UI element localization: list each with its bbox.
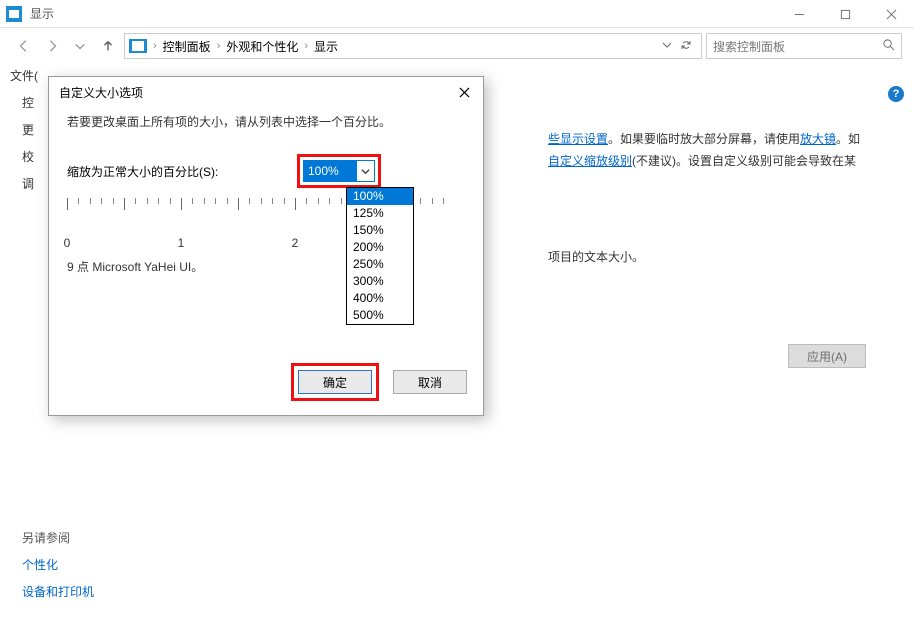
devices-printers-link[interactable]: 设备和打印机	[22, 583, 94, 600]
search-input[interactable]: 搜索控制面板	[706, 33, 902, 59]
maximize-button[interactable]	[822, 0, 868, 28]
minimize-button[interactable]	[776, 0, 822, 28]
sidebar-item[interactable]: 更	[22, 121, 48, 138]
dialog-title: 自定义大小选项	[49, 77, 483, 107]
personalization-link[interactable]: 个性化	[22, 556, 94, 573]
ruler-label-0: 0	[64, 236, 71, 250]
search-icon	[882, 38, 895, 54]
chevron-down-icon	[356, 161, 374, 181]
sidebar-item[interactable]: 调	[22, 175, 48, 192]
scale-option[interactable]: 500%	[347, 307, 413, 324]
content-text: 项目的文本大小。	[548, 246, 914, 268]
address-dropdown[interactable]	[661, 39, 673, 54]
nav-row: › 控制面板 › 外观和个性化 › 显示 搜索控制面板	[0, 28, 914, 64]
crumb-sep: ›	[153, 40, 157, 52]
crumb-sep: ›	[304, 40, 308, 52]
scale-option[interactable]: 300%	[347, 273, 413, 290]
see-also: 另请参阅 个性化 设备和打印机	[22, 529, 94, 600]
window-title: 显示	[30, 5, 54, 22]
custom-size-dialog: 自定义大小选项 若要更改桌面上所有项的大小，请从列表中选择一个百分比。 缩放为正…	[48, 76, 484, 416]
crumb-category[interactable]: 外观和个性化	[226, 38, 298, 55]
custom-scaling-link[interactable]: 自定义缩放级别	[548, 154, 632, 168]
control-panel-window: 显示 › 控制面板 ›	[0, 0, 914, 620]
sidebar-item[interactable]: 校	[22, 148, 48, 165]
scale-selected-value: 100%	[304, 161, 356, 181]
dialog-instruction: 若要更改桌面上所有项的大小，请从列表中选择一个百分比。	[67, 113, 465, 130]
ruler-label-1: 1	[178, 236, 185, 250]
see-also-header: 另请参阅	[22, 529, 94, 546]
forward-button[interactable]	[40, 34, 64, 58]
ruler-label-2: 2	[292, 236, 299, 250]
display-icon	[6, 6, 22, 22]
dialog-close-button[interactable]	[451, 81, 477, 103]
refresh-button[interactable]	[675, 39, 697, 54]
magnifier-link[interactable]: 放大镜	[800, 132, 836, 146]
scale-option[interactable]: 100%	[347, 188, 413, 205]
highlight-box: 确定	[291, 363, 379, 401]
titlebar: 显示	[0, 0, 914, 28]
scale-option[interactable]: 125%	[347, 205, 413, 222]
sidebar-item[interactable]: 控	[22, 94, 48, 111]
back-button[interactable]	[12, 34, 36, 58]
control-panel-icon	[129, 39, 147, 53]
address-bar[interactable]: › 控制面板 › 外观和个性化 › 显示	[124, 33, 702, 59]
content-text: 自定义缩放级别(不建议)。设置自定义级别可能会导致在某	[548, 150, 914, 172]
crumb-sep: ›	[217, 40, 221, 52]
scale-option[interactable]: 200%	[347, 239, 413, 256]
close-button[interactable]	[868, 0, 914, 28]
content-text: 些显示设置。如果要临时放大部分屏幕，请使用放大镜。如	[548, 128, 914, 150]
scale-dropdown-list[interactable]: 100% 125% 150% 200% 250% 300% 400% 500%	[346, 187, 414, 325]
apply-button[interactable]: 应用(A)	[788, 344, 866, 368]
cancel-button[interactable]: 取消	[393, 370, 467, 394]
scale-label: 缩放为正常大小的百分比(S):	[67, 163, 297, 180]
crumb-root[interactable]: 控制面板	[163, 38, 211, 55]
scale-option[interactable]: 250%	[347, 256, 413, 273]
file-menu[interactable]: 文件(	[10, 67, 38, 84]
crumb-page[interactable]: 显示	[314, 38, 338, 55]
search-placeholder: 搜索控制面板	[713, 38, 785, 55]
display-settings-link[interactable]: 些显示设置	[548, 132, 608, 146]
scale-option[interactable]: 400%	[347, 290, 413, 307]
highlight-box: 100%	[297, 154, 381, 188]
recent-dropdown[interactable]	[68, 34, 92, 58]
scale-option[interactable]: 150%	[347, 222, 413, 239]
up-button[interactable]	[96, 34, 120, 58]
scale-combobox[interactable]: 100%	[303, 160, 375, 182]
ok-button[interactable]: 确定	[298, 370, 372, 394]
